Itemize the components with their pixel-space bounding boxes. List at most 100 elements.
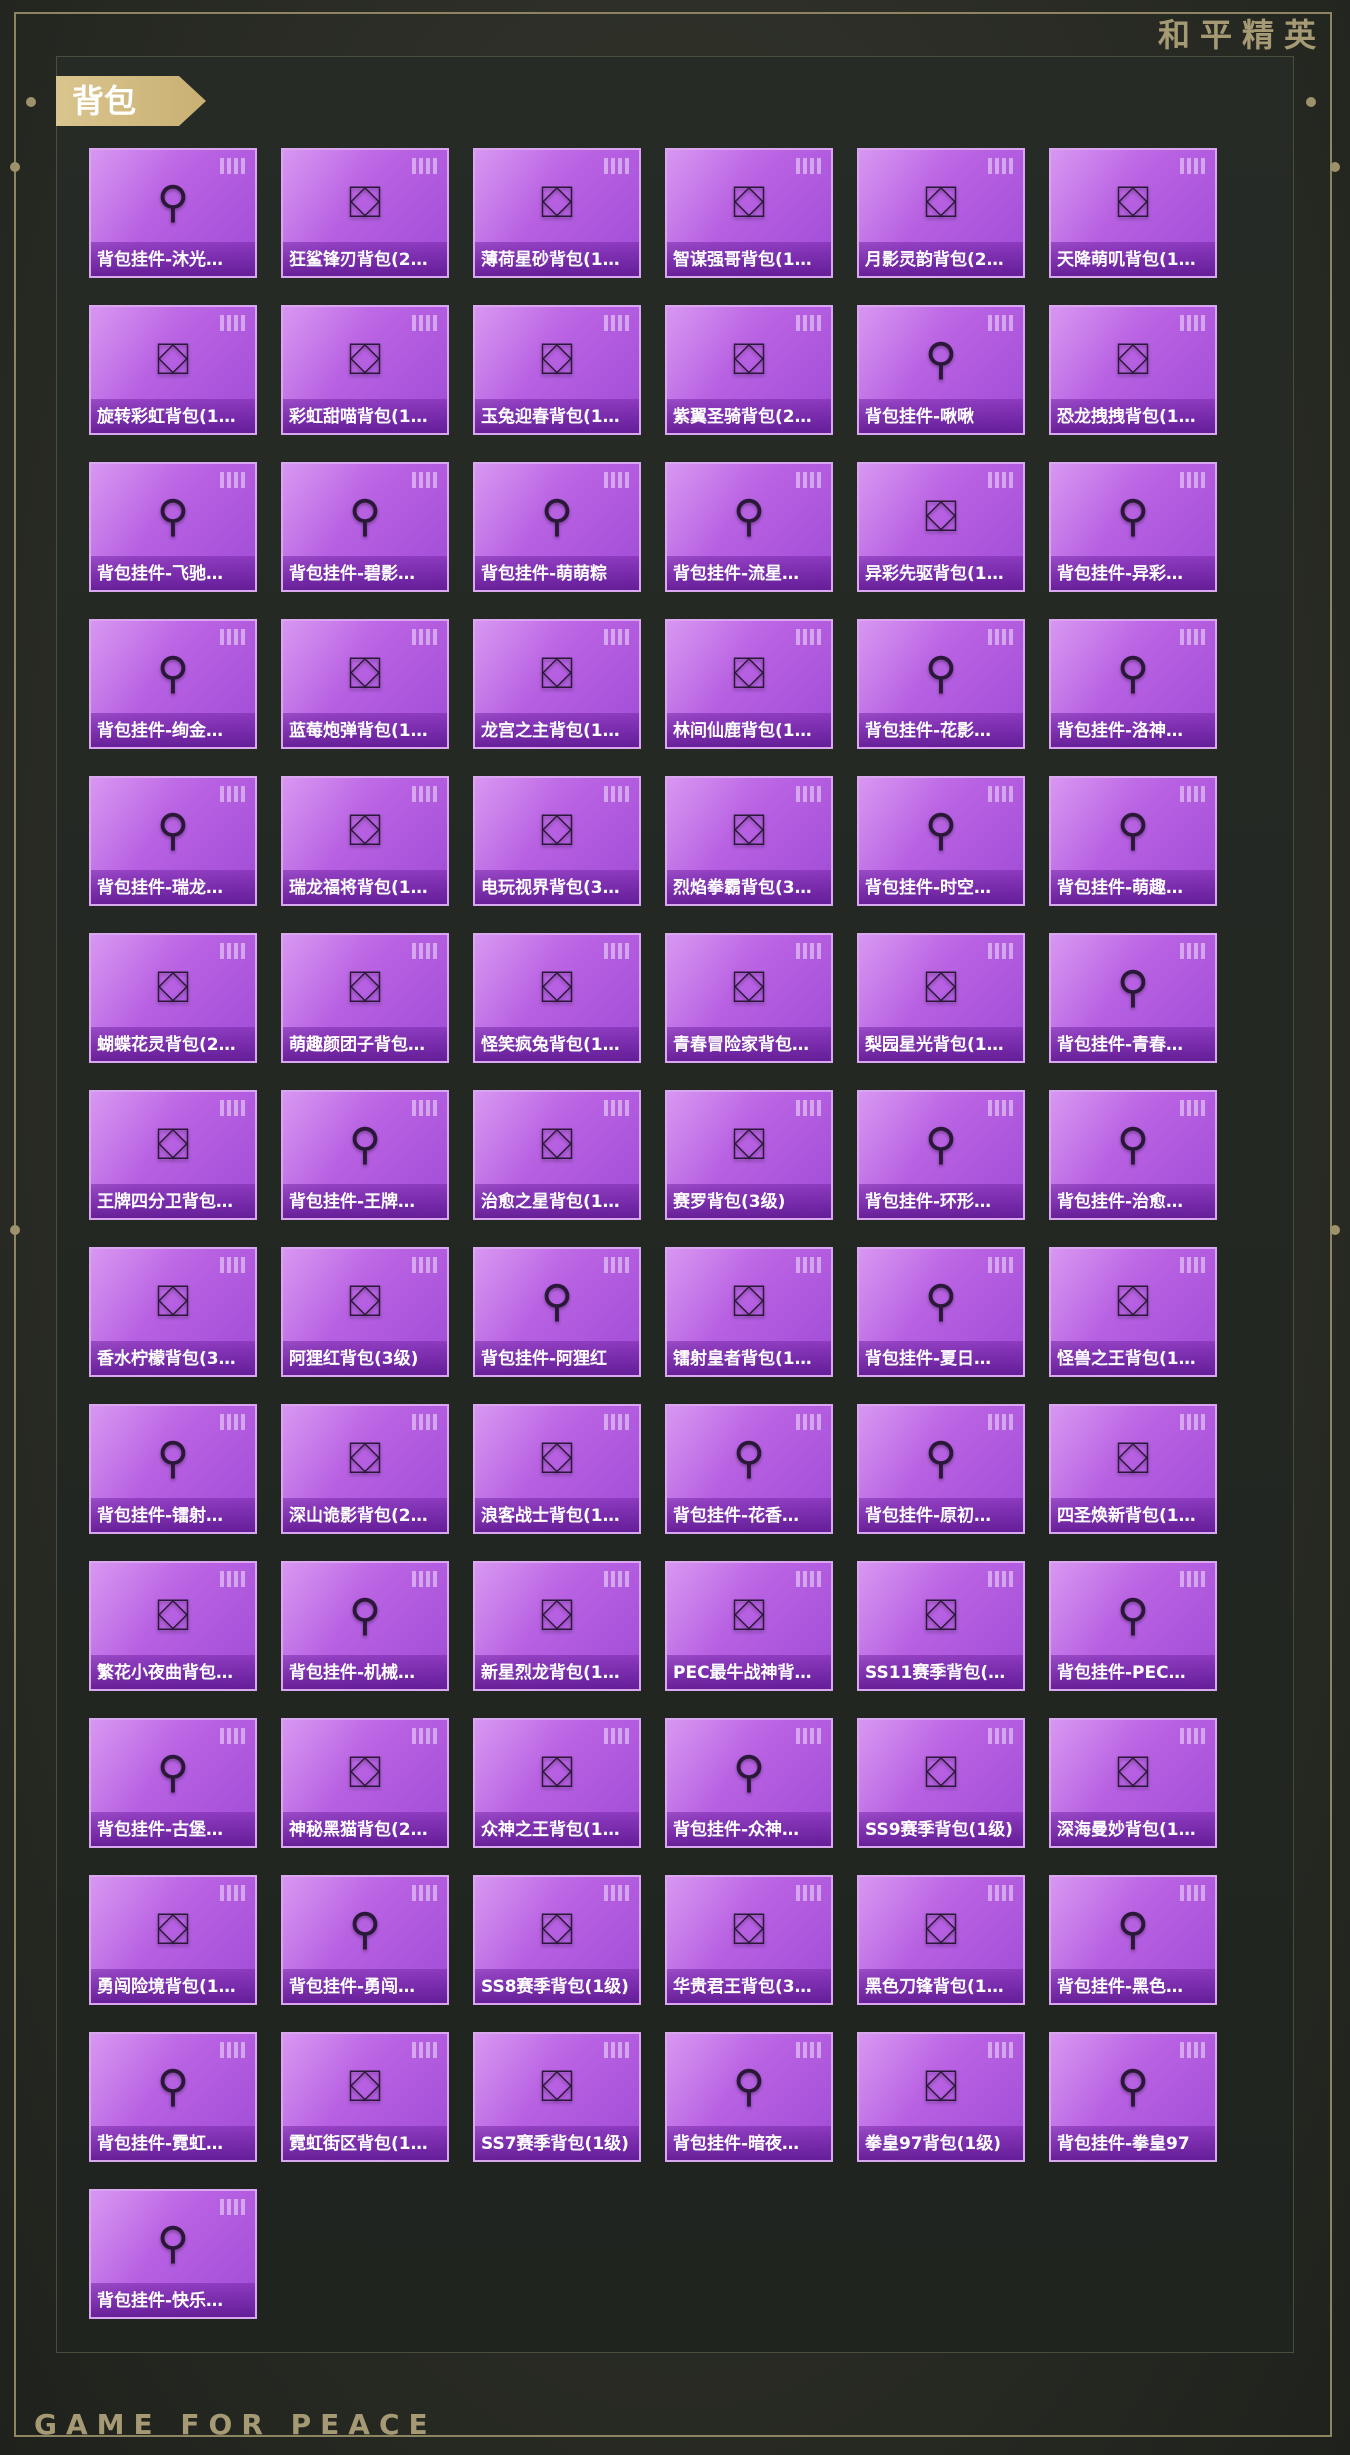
item-card[interactable]: ⛋ 怪兽之王背包(1…: [1049, 1247, 1217, 1377]
radish-backpack-icon: ⛋: [348, 961, 382, 1013]
item-card[interactable]: ⚲ 背包挂件-PEC…: [1049, 1561, 1217, 1691]
item-card[interactable]: ⛋ 彩虹甜喵背包(1…: [281, 305, 449, 435]
item-label: 怪笑疯兔背包(1…: [481, 1035, 620, 1055]
item-card[interactable]: ⛋ 月影灵韵背包(2…: [857, 148, 1025, 278]
item-card[interactable]: ⛋ 赛罗背包(3级): [665, 1090, 833, 1220]
item-card[interactable]: ⛋ 紫翼圣骑背包(2…: [665, 305, 833, 435]
item-card[interactable]: ⚲ 背包挂件-异彩…: [1049, 462, 1217, 592]
item-card[interactable]: ⛋ 林间仙鹿背包(1…: [665, 619, 833, 749]
item-card[interactable]: ⛋ 瑞龙福将背包(1…: [281, 776, 449, 906]
crown-pendant-icon: ⚲: [156, 647, 190, 699]
item-card[interactable]: ⛋ 繁花小夜曲背包…: [89, 1561, 257, 1691]
item-card[interactable]: ⛋ 四圣焕新背包(1…: [1049, 1404, 1217, 1534]
item-card[interactable]: ⛋ 萌趣颜团子背包…: [281, 933, 449, 1063]
rarity-stripe: [796, 1414, 800, 1430]
item-card[interactable]: ⛋ 蓝莓炮弹背包(1…: [281, 619, 449, 749]
item-label: 青春冒险家背包…: [673, 1035, 809, 1055]
item-card[interactable]: ⚲ 背包挂件-古堡…: [89, 1718, 257, 1848]
item-card[interactable]: ⚲ 背包挂件-黑色…: [1049, 1875, 1217, 2005]
item-card[interactable]: ⚲ 背包挂件-流星…: [665, 462, 833, 592]
item-card[interactable]: ⚲ 背包挂件-王牌…: [281, 1090, 449, 1220]
item-card[interactable]: ⚲ 背包挂件-治愈…: [1049, 1090, 1217, 1220]
item-card[interactable]: ⛋ 梨园星光背包(1…: [857, 933, 1025, 1063]
item-card[interactable]: ⛋ 浪客战士背包(1…: [473, 1404, 641, 1534]
item-card[interactable]: ⛋ 王牌四分卫背包…: [89, 1090, 257, 1220]
item-card[interactable]: ⚲ 背包挂件-啾啾: [857, 305, 1025, 435]
rarity-stripe: [220, 1257, 224, 1273]
item-card[interactable]: ⚲ 背包挂件-勇闯…: [281, 1875, 449, 2005]
item-card[interactable]: ⛋ 霓虹街区背包(1…: [281, 2032, 449, 2162]
item-card[interactable]: ⚲ 背包挂件-绚金…: [89, 619, 257, 749]
item-card[interactable]: ⛋ 深海曼妙背包(1…: [1049, 1718, 1217, 1848]
item-card[interactable]: ⛋ 深山诡影背包(2…: [281, 1404, 449, 1534]
item-card[interactable]: ⚲ 背包挂件-夏日…: [857, 1247, 1025, 1377]
item-card[interactable]: ⛋ 青春冒险家背包…: [665, 933, 833, 1063]
item-card[interactable]: ⚲ 背包挂件-阿狸红: [473, 1247, 641, 1377]
item-card[interactable]: ⛋ 新星烈龙背包(1…: [473, 1561, 641, 1691]
rarity-stripe: [1194, 472, 1198, 488]
item-card[interactable]: ⛋ 香水柠檬背包(3…: [89, 1247, 257, 1377]
item-card[interactable]: ⚲ 背包挂件-霓虹…: [89, 2032, 257, 2162]
item-card[interactable]: ⛋ 华贵君王背包(3…: [665, 1875, 833, 2005]
item-card[interactable]: ⛋ 狂鲨锋刃背包(2…: [281, 148, 449, 278]
item-card[interactable]: ⛋ 治愈之星背包(1…: [473, 1090, 641, 1220]
item-card[interactable]: ⚲ 背包挂件-洛神…: [1049, 619, 1217, 749]
item-card[interactable]: ⛋ 玉兔迎春背包(1…: [473, 305, 641, 435]
rarity-stripes: [604, 786, 629, 802]
item-card[interactable]: ⛋ 烈焰拳霸背包(3…: [665, 776, 833, 906]
item-card[interactable]: ⛋ SS11赛季背包(…: [857, 1561, 1025, 1691]
item-card[interactable]: ⚲ 背包挂件-瑞龙…: [89, 776, 257, 906]
rarity-stripe: [227, 629, 231, 645]
rarity-stripe: [234, 315, 238, 331]
item-card[interactable]: ⚲ 背包挂件-飞驰…: [89, 462, 257, 592]
rarity-stripe: [241, 472, 245, 488]
rarity-stripe: [1009, 786, 1013, 802]
item-card[interactable]: ⛋ 镭射皇者背包(1…: [665, 1247, 833, 1377]
item-card[interactable]: ⛋ 勇闯险境背包(1…: [89, 1875, 257, 2005]
item-card[interactable]: ⚲ 背包挂件-花影…: [857, 619, 1025, 749]
item-card[interactable]: ⛋ 智谋强哥背包(1…: [665, 148, 833, 278]
item-card[interactable]: ⚲ 背包挂件-原初…: [857, 1404, 1025, 1534]
logo-pendant-icon: ⚲: [1116, 1903, 1150, 1955]
rarity-stripe: [817, 1885, 821, 1901]
item-card[interactable]: ⛋ 薄荷星砂背包(1…: [473, 148, 641, 278]
item-card[interactable]: ⚲ 背包挂件-沐光…: [89, 148, 257, 278]
rarity-stripes: [1180, 629, 1205, 645]
rarity-stripe: [227, 2199, 231, 2215]
item-card[interactable]: ⛋ 旋转彩虹背包(1…: [89, 305, 257, 435]
item-card[interactable]: ⛋ SS8赛季背包(1级): [473, 1875, 641, 2005]
item-card[interactable]: ⛋ 拳皇97背包(1级): [857, 2032, 1025, 2162]
item-card[interactable]: ⛋ SS9赛季背包(1级): [857, 1718, 1025, 1848]
mountain-backpack-icon: ⛋: [348, 1432, 382, 1484]
item-card[interactable]: ⛋ 阿狸红背包(3级): [281, 1247, 449, 1377]
item-card[interactable]: ⚲ 背包挂件-环形…: [857, 1090, 1025, 1220]
eye-pendant-icon: ⚲: [156, 490, 190, 542]
item-card[interactable]: ⛋ 天降萌叽背包(1…: [1049, 148, 1217, 278]
item-card[interactable]: ⚲ 背包挂件-时空…: [857, 776, 1025, 906]
item-card[interactable]: ⚲ 背包挂件-萌趣…: [1049, 776, 1217, 906]
item-card[interactable]: ⛋ 神秘黑猫背包(2…: [281, 1718, 449, 1848]
item-card[interactable]: ⛋ 蝴蝶花灵背包(2…: [89, 933, 257, 1063]
item-card[interactable]: ⛋ 异彩先驱背包(1…: [857, 462, 1025, 592]
item-card[interactable]: ⚲ 背包挂件-快乐…: [89, 2189, 257, 2319]
item-card[interactable]: ⚲ 背包挂件-拳皇97: [1049, 2032, 1217, 2162]
item-card[interactable]: ⚲ 背包挂件-青春…: [1049, 933, 1217, 1063]
item-card[interactable]: ⛋ 众神之王背包(1…: [473, 1718, 641, 1848]
item-card[interactable]: ⚲ 背包挂件-暗夜…: [665, 2032, 833, 2162]
item-card[interactable]: ⚲ 背包挂件-花香…: [665, 1404, 833, 1534]
item-card[interactable]: ⚲ 背包挂件-机械…: [281, 1561, 449, 1691]
rarity-stripe: [817, 1257, 821, 1273]
item-label: 背包挂件-绚金…: [97, 721, 224, 741]
item-card[interactable]: ⛋ SS7赛季背包(1级): [473, 2032, 641, 2162]
item-card[interactable]: ⚲ 背包挂件-碧影…: [281, 462, 449, 592]
item-card[interactable]: ⛋ 黑色刀锋背包(1…: [857, 1875, 1025, 2005]
item-card[interactable]: ⛋ PEC最牛战神背…: [665, 1561, 833, 1691]
item-card[interactable]: ⚲ 背包挂件-萌萌粽: [473, 462, 641, 592]
item-card[interactable]: ⛋ 恐龙拽拽背包(1…: [1049, 305, 1217, 435]
item-card[interactable]: ⛋ 怪笑疯兔背包(1…: [473, 933, 641, 1063]
item-card[interactable]: ⚲ 背包挂件-镭射…: [89, 1404, 257, 1534]
item-card[interactable]: ⚲ 背包挂件-众神…: [665, 1718, 833, 1848]
item-card[interactable]: ⛋ 龙宫之主背包(1…: [473, 619, 641, 749]
item-card[interactable]: ⛋ 电玩视界背包(3…: [473, 776, 641, 906]
rarity-stripe: [227, 158, 231, 174]
